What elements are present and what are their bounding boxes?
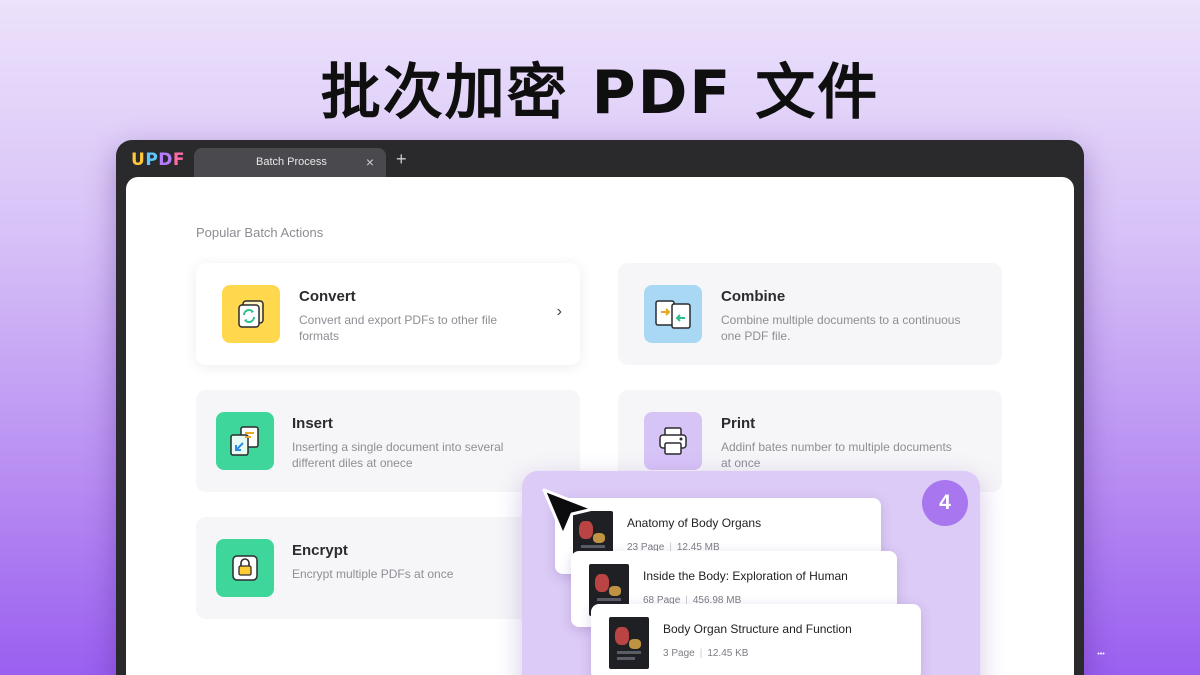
file-card[interactable]: Body Organ Structure and Function 3 Page… bbox=[591, 604, 921, 675]
print-icon bbox=[644, 412, 702, 470]
lock-icon bbox=[216, 539, 274, 597]
card-title: Print bbox=[721, 415, 756, 432]
title-bar: UPDF Batch Process × + bbox=[116, 140, 1084, 178]
file-title: Inside the Body: Exploration of Human bbox=[643, 569, 848, 583]
insert-icon bbox=[216, 412, 274, 470]
action-card-combine[interactable]: Combine Combine multiple documents to a … bbox=[618, 263, 1002, 365]
section-title: Popular Batch Actions bbox=[196, 225, 324, 240]
card-description: Encrypt multiple PDFs at once bbox=[292, 567, 454, 581]
action-card-insert[interactable]: Insert Inserting a single document into … bbox=[196, 390, 580, 492]
file-title: Body Organ Structure and Function bbox=[663, 622, 852, 636]
add-tab-icon[interactable]: + bbox=[396, 150, 407, 168]
banner-title: 批次加密 PDF 文件 bbox=[320, 58, 880, 128]
card-description: Combine multiple documents to a continuo… bbox=[721, 313, 961, 343]
file-thumbnail bbox=[609, 617, 649, 669]
updf-logo: UPDF bbox=[131, 150, 186, 170]
card-title: Convert bbox=[299, 288, 356, 305]
file-count-badge: 4 bbox=[922, 480, 968, 526]
action-card-convert[interactable]: Convert Convert and export PDFs to other… bbox=[196, 263, 580, 365]
close-icon[interactable]: × bbox=[366, 154, 374, 170]
tab-label: Batch Process bbox=[256, 156, 327, 168]
card-description: Addinf bates number to multiple document… bbox=[721, 440, 952, 470]
card-description: Convert and export PDFs to other file fo… bbox=[299, 313, 498, 343]
file-title: Anatomy of Body Organs bbox=[627, 516, 762, 530]
cursor-icon bbox=[542, 488, 595, 537]
watermark-icon bbox=[1097, 652, 1105, 655]
convert-icon bbox=[222, 285, 280, 343]
card-title: Combine bbox=[721, 288, 786, 305]
tab-batch-process[interactable]: Batch Process × bbox=[194, 148, 386, 178]
file-meta: 3 Page | 12.45 KB bbox=[663, 648, 749, 659]
chevron-right-icon[interactable]: › bbox=[557, 303, 562, 321]
card-title: Insert bbox=[292, 415, 333, 432]
card-description: Inserting a single document into several… bbox=[292, 440, 504, 470]
card-title: Encrypt bbox=[292, 542, 348, 559]
combine-icon bbox=[644, 285, 702, 343]
